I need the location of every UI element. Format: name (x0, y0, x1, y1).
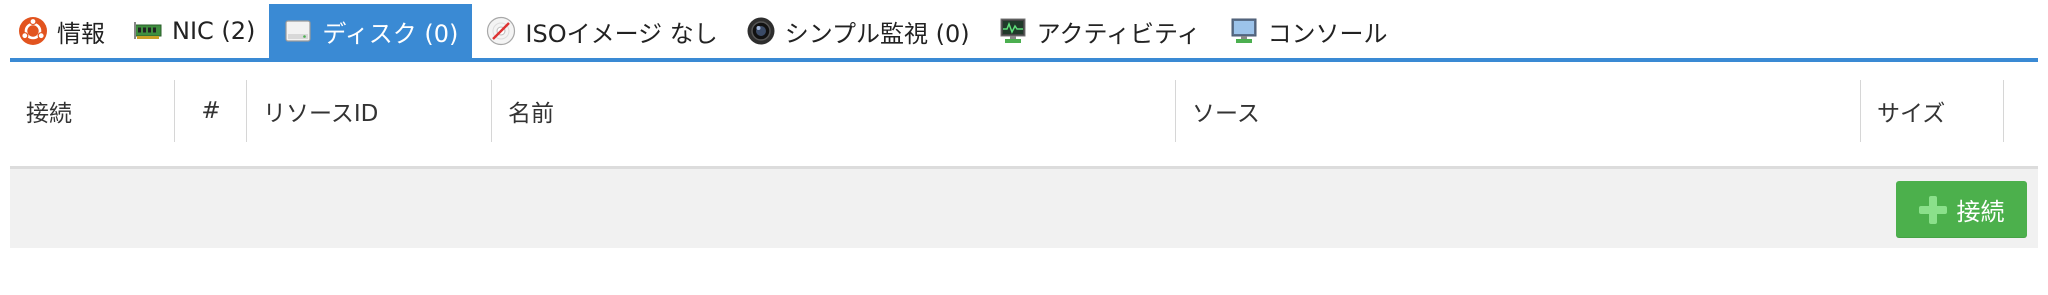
tab-simple-monitor[interactable]: シンプル監視 (0) (732, 4, 984, 58)
ubuntu-icon (18, 16, 48, 46)
tab-info-label: 情報 (57, 19, 105, 48)
tab-bar: 情報 NIC (2) ディスク (0) ISOイメージ なし シンプル監視 (0… (10, 4, 2038, 62)
tab-disk-label: ディスク (0) (322, 19, 459, 48)
tab-activity[interactable]: アクティビティ (984, 4, 1215, 58)
column-header-number-label: # (201, 98, 221, 124)
network-card-icon (133, 16, 163, 46)
column-header-name[interactable]: 名前 (492, 80, 1176, 142)
disk-icon (283, 16, 313, 46)
tab-console-label: コンソール (1267, 19, 1388, 48)
tab-simple-monitor-label: シンプル監視 (0) (784, 19, 970, 48)
tab-nic-label: NIC (2) (172, 17, 256, 45)
column-divider (2003, 80, 2004, 142)
table-footer: 接続 (10, 169, 2038, 248)
activity-monitor-icon (998, 16, 1028, 46)
tab-iso-label: ISOイメージ なし (525, 19, 718, 48)
connect-disk-button-label: 接続 (1956, 198, 2005, 226)
column-header-number[interactable]: # (175, 80, 247, 142)
column-header-size[interactable]: サイズ (1861, 80, 2004, 142)
tab-disk[interactable]: ディスク (0) (269, 4, 473, 58)
connect-disk-button[interactable]: 接続 (1896, 181, 2027, 238)
column-header-resource-id-label: リソースID (263, 101, 379, 127)
column-header-resource-id[interactable]: リソースID (247, 80, 492, 142)
tab-console[interactable]: コンソール (1215, 4, 1402, 58)
console-monitor-icon (1229, 16, 1259, 46)
disk-table-header: 接続 # リソースID 名前 ソース サイズ (10, 62, 2038, 169)
plus-icon (1918, 195, 1947, 224)
tab-nic[interactable]: NIC (2) (119, 4, 269, 58)
column-header-name-label: 名前 (508, 101, 554, 127)
camera-lens-icon (746, 16, 776, 46)
column-header-connect-label: 接続 (26, 101, 72, 127)
column-header-size-label: サイズ (1877, 101, 1946, 127)
column-header-connect[interactable]: 接続 (10, 80, 175, 142)
tab-iso[interactable]: ISOイメージ なし (472, 4, 731, 58)
tab-info[interactable]: 情報 (10, 4, 119, 58)
cd-icon (486, 16, 516, 46)
column-header-source[interactable]: ソース (1176, 80, 1861, 142)
tab-activity-label: アクティビティ (1036, 19, 1201, 48)
column-header-source-label: ソース (1192, 101, 1260, 127)
